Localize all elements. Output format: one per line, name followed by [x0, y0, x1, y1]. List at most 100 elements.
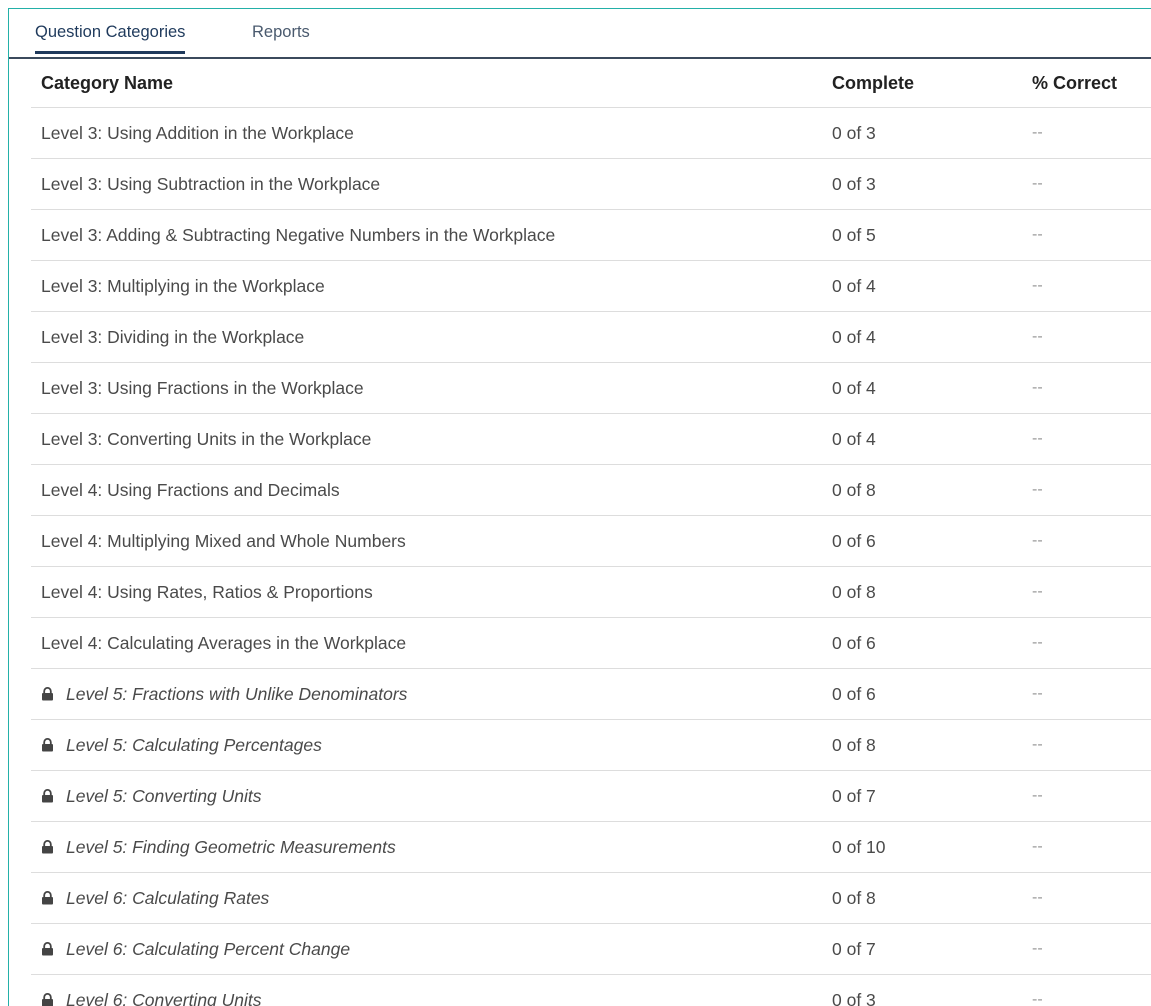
percent-correct-cell: --: [1022, 617, 1151, 669]
table-header-row: Category Name Complete % Correct: [31, 59, 1151, 108]
complete-count-cell: 0 of 3: [822, 974, 1022, 1006]
percent-correct-cell: --: [1022, 974, 1151, 1006]
category-name-cell[interactable]: Level 3: Multiplying in the Workplace: [31, 260, 822, 312]
category-name-cell[interactable]: Level 3: Using Addition in the Workplace: [31, 107, 822, 159]
category-name-cell[interactable]: Level 4: Multiplying Mixed and Whole Num…: [31, 515, 822, 567]
complete-count-cell: 0 of 8: [822, 464, 1022, 516]
category-name-label[interactable]: Level 4: Calculating Averages in the Wor…: [41, 633, 406, 653]
complete-count-cell: 0 of 7: [822, 770, 1022, 822]
table-row[interactable]: Level 4: Calculating Averages in the Wor…: [31, 617, 1151, 669]
category-name-cell[interactable]: Level 4: Using Fractions and Decimals: [31, 464, 822, 516]
category-name-cell[interactable]: Level 3: Converting Units in the Workpla…: [31, 413, 822, 465]
percent-correct-cell: --: [1022, 413, 1151, 465]
percent-correct-cell: --: [1022, 821, 1151, 873]
category-name-cell[interactable]: Level 5: Fractions with Unlike Denominat…: [31, 668, 822, 720]
table-row[interactable]: Level 4: Multiplying Mixed and Whole Num…: [31, 515, 1151, 567]
percent-correct-cell: --: [1022, 719, 1151, 771]
table-row[interactable]: Level 5: Converting Units 0 of 7 --: [31, 770, 1151, 822]
category-name-label[interactable]: Level 4: Multiplying Mixed and Whole Num…: [41, 531, 406, 551]
lock-icon: [41, 788, 54, 803]
table-row[interactable]: Level 5: Fractions with Unlike Denominat…: [31, 668, 1151, 720]
category-name-label[interactable]: Level 6: Calculating Rates: [66, 888, 269, 908]
category-name-cell[interactable]: Level 3: Dividing in the Workplace: [31, 311, 822, 363]
category-name-label[interactable]: Level 5: Converting Units: [66, 786, 262, 806]
complete-count-cell: 0 of 4: [822, 260, 1022, 312]
lock-icon: [41, 737, 54, 752]
tab-reports[interactable]: Reports: [252, 23, 310, 42]
complete-count-cell: 0 of 8: [822, 872, 1022, 924]
table-row[interactable]: Level 6: Converting Units 0 of 3 --: [31, 974, 1151, 1006]
complete-count-cell: 0 of 7: [822, 923, 1022, 975]
category-name-label[interactable]: Level 4: Using Rates, Ratios & Proportio…: [41, 582, 373, 602]
category-name-label[interactable]: Level 3: Using Addition in the Workplace: [41, 123, 354, 143]
column-header-category-name: Category Name: [31, 59, 822, 108]
lock-icon: [41, 992, 54, 1006]
category-name-label[interactable]: Level 5: Calculating Percentages: [66, 735, 322, 755]
category-name-label[interactable]: Level 5: Finding Geometric Measurements: [66, 837, 396, 857]
percent-correct-cell: --: [1022, 311, 1151, 363]
percent-correct-cell: --: [1022, 158, 1151, 210]
column-header-complete: Complete: [822, 59, 1022, 108]
table-row[interactable]: Level 3: Using Fractions in the Workplac…: [31, 362, 1151, 414]
tab-question-categories[interactable]: Question Categories: [35, 23, 186, 54]
category-name-cell[interactable]: Level 6: Calculating Rates: [31, 872, 822, 924]
percent-correct-cell: --: [1022, 770, 1151, 822]
percent-correct-cell: --: [1022, 209, 1151, 261]
lock-icon: [41, 890, 54, 905]
table-row[interactable]: Level 4: Using Rates, Ratios & Proportio…: [31, 566, 1151, 618]
category-name-cell[interactable]: Level 3: Using Fractions in the Workplac…: [31, 362, 822, 414]
table-row[interactable]: Level 3: Using Subtraction in the Workpl…: [31, 158, 1151, 210]
complete-count-cell: 0 of 3: [822, 107, 1022, 159]
percent-correct-cell: --: [1022, 107, 1151, 159]
category-name-cell[interactable]: Level 3: Adding & Subtracting Negative N…: [31, 209, 822, 261]
table-row[interactable]: Level 3: Adding & Subtracting Negative N…: [31, 209, 1151, 261]
category-name-label[interactable]: Level 6: Converting Units: [66, 990, 262, 1006]
percent-correct-cell: --: [1022, 872, 1151, 924]
complete-count-cell: 0 of 10: [822, 821, 1022, 873]
lock-icon: [41, 686, 54, 701]
lock-icon: [41, 941, 54, 956]
column-header-percent-correct: % Correct: [1022, 59, 1151, 108]
category-name-label[interactable]: Level 3: Converting Units in the Workpla…: [41, 429, 371, 449]
percent-correct-cell: --: [1022, 362, 1151, 414]
table-row[interactable]: Level 3: Multiplying in the Workplace 0 o…: [31, 260, 1151, 312]
percent-correct-cell: --: [1022, 668, 1151, 720]
category-name-label[interactable]: Level 3: Dividing in the Workplace: [41, 327, 304, 347]
category-name-cell[interactable]: Level 4: Calculating Averages in the Wor…: [31, 617, 822, 669]
category-name-cell[interactable]: Level 5: Converting Units: [31, 770, 822, 822]
category-name-cell[interactable]: Level 4: Using Rates, Ratios & Proportio…: [31, 566, 822, 618]
table-row[interactable]: Level 4: Using Fractions and Decimals 0 o…: [31, 464, 1151, 516]
percent-correct-cell: --: [1022, 260, 1151, 312]
table-row[interactable]: Level 6: Calculating Percent Change 0 of …: [31, 923, 1151, 975]
complete-count-cell: 0 of 6: [822, 515, 1022, 567]
complete-count-cell: 0 of 6: [822, 668, 1022, 720]
category-name-label[interactable]: Level 3: Multiplying in the Workplace: [41, 276, 325, 296]
complete-count-cell: 0 of 8: [822, 719, 1022, 771]
category-name-label[interactable]: Level 5: Fractions with Unlike Denominat…: [66, 684, 407, 704]
percent-correct-cell: --: [1022, 566, 1151, 618]
complete-count-cell: 0 of 4: [822, 413, 1022, 465]
category-name-label[interactable]: Level 3: Using Subtraction in the Workpl…: [41, 174, 380, 194]
categories-table: Category Name Complete % Correct Level 3…: [31, 59, 1151, 1006]
category-name-label[interactable]: Level 3: Using Fractions in the Workplac…: [41, 378, 364, 398]
table-row[interactable]: Level 5: Calculating Percentages 0 of 8 --: [31, 719, 1151, 771]
category-name-cell[interactable]: Level 6: Converting Units: [31, 974, 822, 1006]
lock-icon: [41, 839, 54, 854]
table-row[interactable]: Level 3: Dividing in the Workplace 0 of 4…: [31, 311, 1151, 363]
category-name-cell[interactable]: Level 6: Calculating Percent Change: [31, 923, 822, 975]
table-row[interactable]: Level 5: Finding Geometric Measurements 0…: [31, 821, 1151, 873]
percent-correct-cell: --: [1022, 923, 1151, 975]
table-row[interactable]: Level 3: Using Addition in the Workplace…: [31, 107, 1151, 159]
category-name-label[interactable]: Level 3: Adding & Subtracting Negative N…: [41, 225, 555, 245]
table-row[interactable]: Level 6: Calculating Rates 0 of 8 --: [31, 872, 1151, 924]
category-name-cell[interactable]: Level 5: Calculating Percentages: [31, 719, 822, 771]
category-name-cell[interactable]: Level 3: Using Subtraction in the Workpl…: [31, 158, 822, 210]
complete-count-cell: 0 of 4: [822, 362, 1022, 414]
category-name-cell[interactable]: Level 5: Finding Geometric Measurements: [31, 821, 822, 873]
tab-bar: Question Categories Reports: [9, 9, 1151, 59]
category-name-label[interactable]: Level 4: Using Fractions and Decimals: [41, 480, 340, 500]
percent-correct-cell: --: [1022, 515, 1151, 567]
complete-count-cell: 0 of 5: [822, 209, 1022, 261]
table-row[interactable]: Level 3: Converting Units in the Workpla…: [31, 413, 1151, 465]
category-name-label[interactable]: Level 6: Calculating Percent Change: [66, 939, 350, 959]
